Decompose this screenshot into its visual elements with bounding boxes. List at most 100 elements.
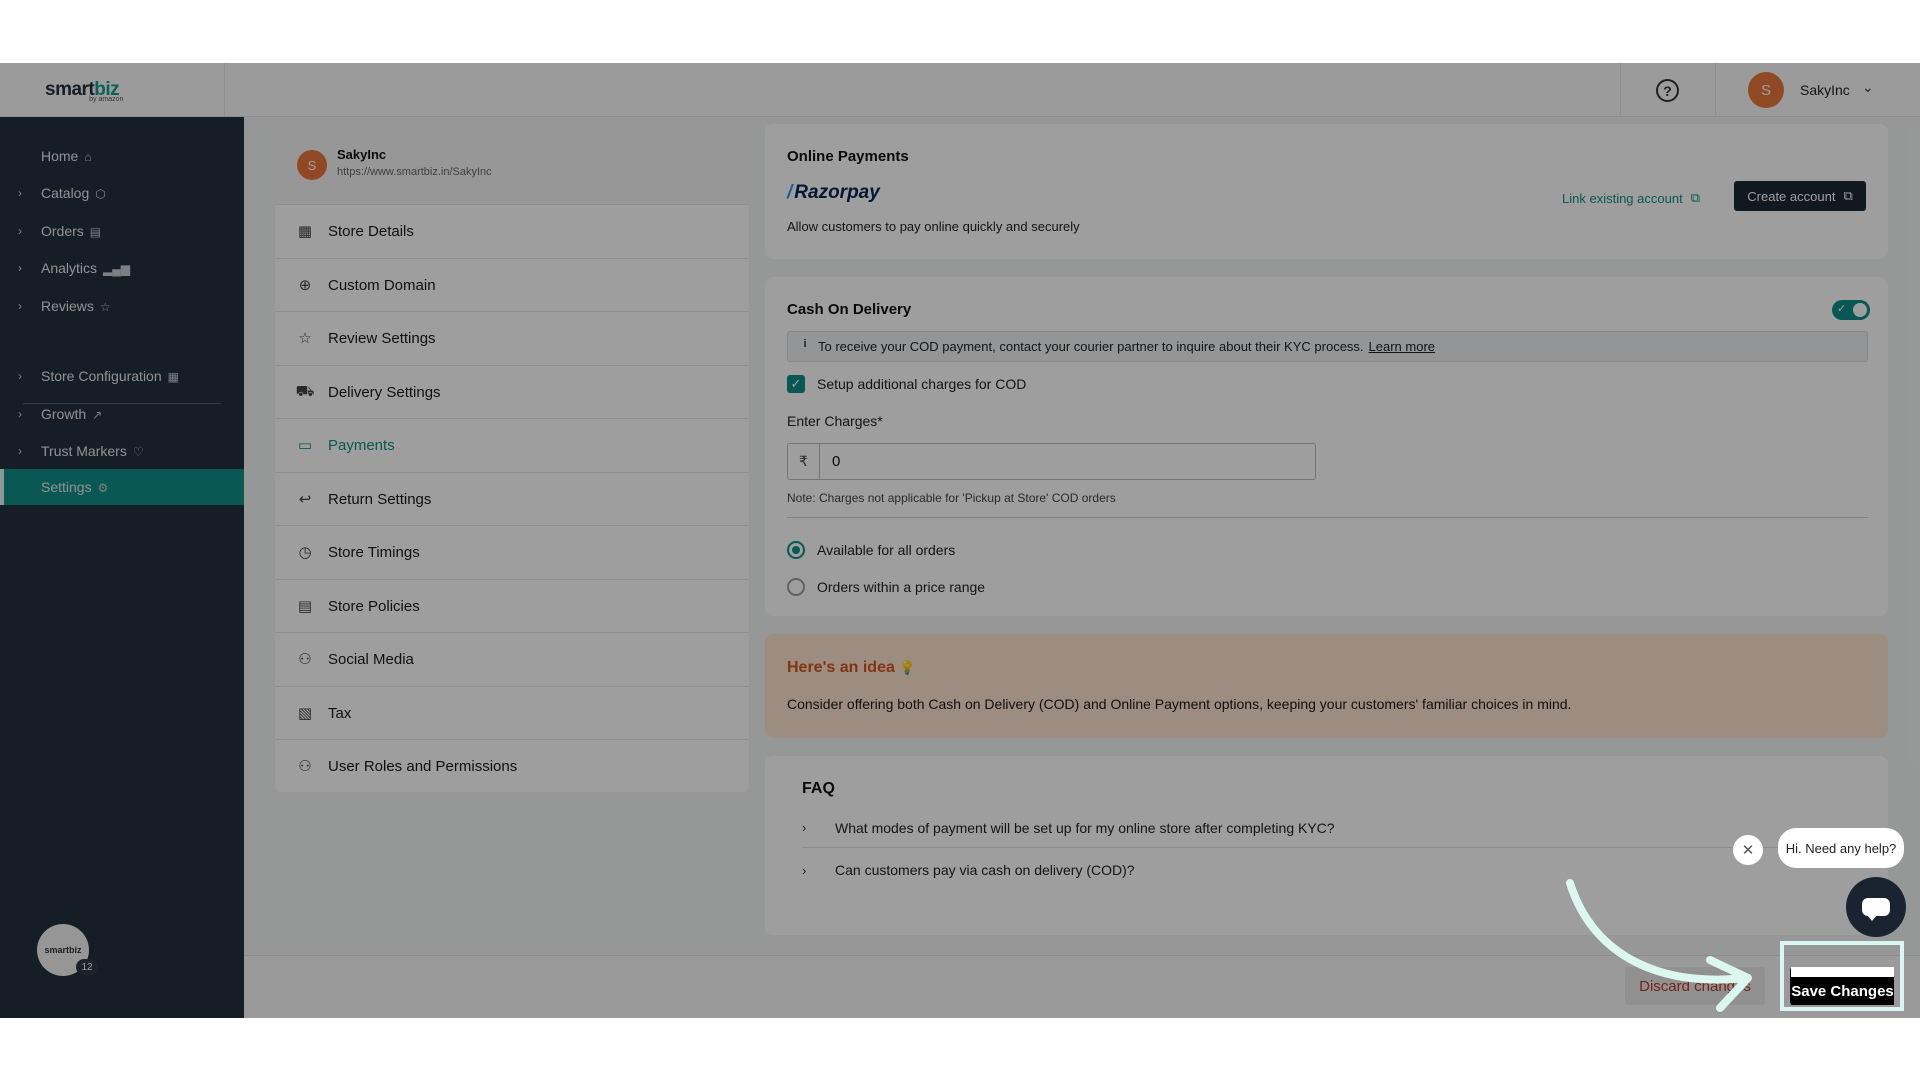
radio-label: Orders within a price range <box>817 579 986 595</box>
info-text: To receive your COD payment, contact you… <box>818 339 1364 354</box>
app-frame: smartbiz by amazon ? S SakyInc ⌄ Home ⌂ ›… <box>0 63 1920 1018</box>
sidebar-item-analytics[interactable]: › Analytics ▂▄▆ <box>0 250 244 286</box>
chevron-right-icon: › <box>802 862 807 878</box>
box-icon: ⬡ <box>95 187 106 201</box>
sidebar-item-settings[interactable]: Settings ⚙ <box>0 469 244 505</box>
sidebar-item-trust-markers[interactable]: › Trust Markers ♡ <box>0 433 244 469</box>
close-icon[interactable]: ✕ <box>1733 835 1763 865</box>
sidebar-item-label: Trust Markers <box>41 443 127 459</box>
chevron-right-icon: › <box>18 369 22 383</box>
divider <box>787 517 1868 518</box>
heart-badge-icon: ♡ <box>132 445 144 459</box>
section-title: Cash On Delivery <box>787 301 912 318</box>
settings-item-label: Tax <box>328 704 352 722</box>
faq-item[interactable]: › What modes of payment will be set up fo… <box>802 808 1802 848</box>
create-account-button[interactable]: Create account ⧉ <box>1734 181 1866 211</box>
chevron-right-icon: › <box>802 820 807 835</box>
settings-item-delivery-settings[interactable]: ⛟ Delivery Settings <box>275 365 749 418</box>
settings-item-payments[interactable]: ▭ Payments <box>275 418 749 471</box>
settings-menu: S SakyInc https://www.smartbiz.in/SakyIn… <box>275 124 749 792</box>
idea-text: Consider offering both Cash on Delivery … <box>787 696 1572 712</box>
card-icon: ▭ <box>297 437 313 454</box>
check-icon: ✓ <box>1837 303 1847 315</box>
settings-item-store-policies[interactable]: ▤ Store Policies <box>275 579 749 632</box>
idea-card: Here's an idea 💡 Consider offering both … <box>765 634 1888 738</box>
store-header: S SakyInc https://www.smartbiz.in/SakyIn… <box>275 124 749 204</box>
settings-item-tax[interactable]: ▧ Tax <box>275 686 749 739</box>
chevron-right-icon: › <box>18 186 22 200</box>
sidebar: Home ⌂ › Catalog ⬡ › Orders ▤ › Analytics ▂▄… <box>0 117 244 1018</box>
charges-note: Note: Charges not applicable for 'Pickup… <box>787 491 1116 505</box>
gear-icon: ⚙ <box>97 481 109 495</box>
pointer-arrow-icon <box>1566 879 1752 1012</box>
settings-item-store-details[interactable]: ▦ Store Details <box>275 204 749 257</box>
link-existing-account-link[interactable]: Link existing account ⧉ <box>1562 190 1700 206</box>
tax-icon: ▧ <box>297 705 313 722</box>
settings-item-label: Payments <box>328 436 395 454</box>
avatar: S <box>297 150 327 180</box>
store-url[interactable]: https://www.smartbiz.in/SakyInc <box>337 166 492 178</box>
sidebar-item-label: Analytics <box>41 260 98 276</box>
settings-item-custom-domain[interactable]: ⊕ Custom Domain <box>275 258 749 311</box>
learn-more-link[interactable]: Learn more <box>1369 339 1435 354</box>
faq-question: Can customers pay via cash on delivery (… <box>835 862 1135 878</box>
cod-toggle[interactable]: ✓ <box>1832 300 1870 320</box>
radio-price-range[interactable] <box>787 578 805 596</box>
cod-info-banner: i To receive your COD payment, contact y… <box>787 331 1868 362</box>
settings-item-label: Store Timings <box>328 543 420 561</box>
settings-item-user-roles[interactable]: ⚇ User Roles and Permissions <box>275 739 749 792</box>
settings-item-social-media[interactable]: ⚇ Social Media <box>275 632 749 685</box>
settings-item-label: Social Media <box>328 650 414 668</box>
settings-item-label: User Roles and Permissions <box>328 757 518 775</box>
logo[interactable]: smartbiz by amazon <box>0 63 225 117</box>
settings-item-label: Store Details <box>328 222 414 240</box>
chevron-right-icon: › <box>18 407 22 421</box>
charges-value: 0 <box>832 453 841 470</box>
settings-item-review-settings[interactable]: ☆ Review Settings <box>275 311 749 364</box>
sidebar-item-label: Orders <box>41 223 84 239</box>
info-icon: i <box>803 338 807 350</box>
radio-label: Available for all orders <box>817 542 956 558</box>
radio-all-orders[interactable] <box>787 541 805 559</box>
user-icon: ⚇ <box>298 651 312 668</box>
sidebar-item-home[interactable]: Home ⌂ <box>0 138 244 174</box>
chat-greeting[interactable]: Hi. Need any help? <box>1778 828 1904 868</box>
sidebar-item-label: Store Configuration <box>41 368 162 384</box>
globe-icon: ⊕ <box>298 277 312 294</box>
sidebar-item-catalog[interactable]: › Catalog ⬡ <box>0 175 244 211</box>
sidebar-item-store-configuration[interactable]: › Store Configuration ▦ <box>0 358 244 394</box>
notification-badge: 12 <box>76 959 98 975</box>
sidebar-item-growth[interactable]: › Growth ↗ <box>0 396 244 432</box>
sidebar-item-orders[interactable]: › Orders ▤ <box>0 213 244 249</box>
faq-title: FAQ <box>802 780 835 797</box>
chat-icon <box>1862 898 1890 921</box>
faq-question: What modes of payment will be set up for… <box>835 819 1335 836</box>
section-title: Online Payments <box>787 148 909 165</box>
idea-title: Here's an idea 💡 <box>787 659 916 676</box>
save-changes-button[interactable]: Save Changes <box>1791 967 1894 1005</box>
settings-item-label: Review Settings <box>328 329 436 347</box>
sidebar-item-label: Growth <box>41 406 87 422</box>
chat-button[interactable] <box>1846 877 1906 937</box>
bulb-icon: 💡 <box>899 660 916 675</box>
clipboard-icon: ▤ <box>89 225 102 239</box>
store-name: SakyInc <box>337 147 387 162</box>
user-name[interactable]: SakyInc <box>1800 82 1850 98</box>
settings-item-label: Return Settings <box>328 490 432 508</box>
cod-charges-checkbox[interactable]: ✓ <box>787 375 805 393</box>
avatar[interactable]: S <box>1748 72 1784 108</box>
settings-item-label: Custom Domain <box>328 276 436 294</box>
divider <box>1620 63 1621 117</box>
help-icon[interactable]: ? <box>1656 79 1679 102</box>
sidebar-item-label: Reviews <box>41 298 94 314</box>
chevron-down-icon[interactable]: ⌄ <box>1862 79 1874 96</box>
sidebar-item-reviews[interactable]: › Reviews ☆ <box>0 288 244 324</box>
chevron-right-icon: › <box>18 261 22 275</box>
truck-icon: ⛟ <box>295 382 315 400</box>
sidebar-item-label: Settings <box>41 479 92 495</box>
settings-item-return-settings[interactable]: ↩ Return Settings <box>275 472 749 525</box>
sidebar-item-label: Home <box>41 148 79 164</box>
settings-item-store-timings[interactable]: ◷ Store Timings <box>275 525 749 578</box>
external-link-icon: ⧉ <box>1843 188 1853 203</box>
cod-charges-input[interactable]: ₹ 0 <box>787 443 1316 480</box>
